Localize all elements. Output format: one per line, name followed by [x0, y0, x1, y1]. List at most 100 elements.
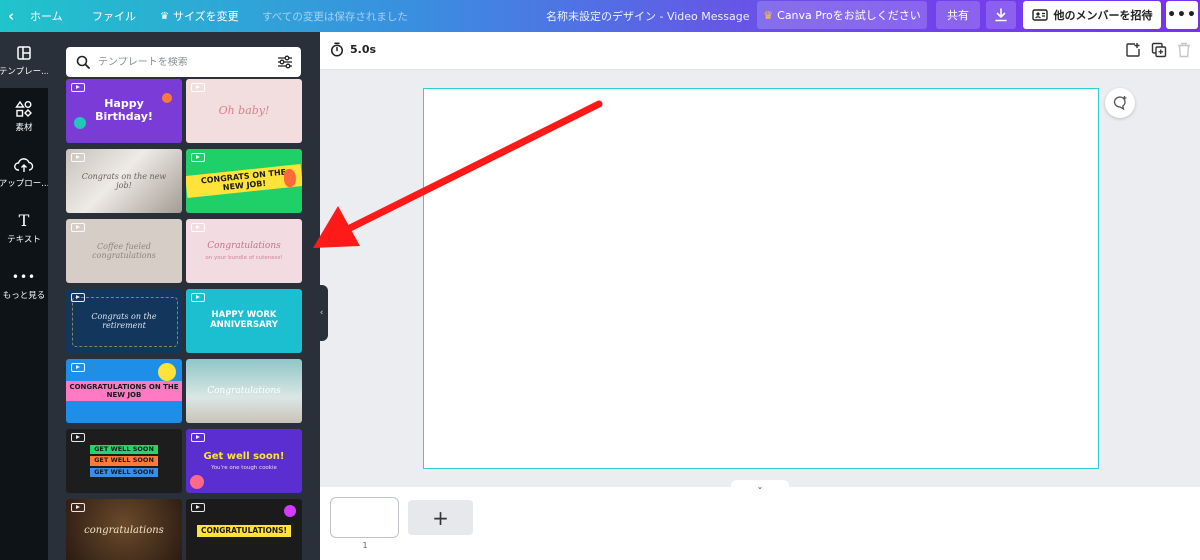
comment-icon: [1113, 96, 1127, 111]
template-title-main: Get well soon!: [203, 450, 285, 462]
add-comment-button[interactable]: [1105, 88, 1135, 118]
download-icon: [995, 8, 1007, 22]
side-rail: テンプレー... 素材 アップロー... T テキスト ••• もっと見る: [0, 32, 48, 560]
duplicate-page-icon[interactable]: [1151, 42, 1167, 58]
template-panel: Happy Birthday! Oh baby! Congrats on the…: [48, 32, 320, 560]
video-icon: [71, 223, 85, 232]
template-title: Oh baby!: [218, 103, 270, 117]
template-subtitle: You're one tough cookie: [211, 465, 277, 472]
duration-control[interactable]: 5.0s: [330, 42, 376, 57]
crown-icon: ♛: [160, 10, 169, 22]
rail-item-text[interactable]: T テキスト: [0, 200, 48, 256]
crown-icon: ♛: [763, 8, 774, 22]
template-subtitle: on your bundle of cuteness!: [205, 254, 283, 261]
try-pro-button[interactable]: ♛ Canva Proをお試しください: [757, 1, 927, 29]
video-icon: [191, 503, 205, 512]
rail-item-elements[interactable]: 素材: [0, 88, 48, 144]
template-title: Happy Birthday!: [95, 97, 153, 123]
template-thumbnail[interactable]: Happy Birthday!: [66, 79, 182, 143]
template-search-box: [66, 47, 301, 77]
template-thumbnail[interactable]: Congratulations: [186, 359, 302, 423]
rail-item-label: アップロー...: [0, 178, 48, 189]
more-icon: •••: [11, 269, 37, 284]
try-pro-label: Canva Proをお試しください: [777, 9, 921, 22]
video-icon: [191, 223, 205, 232]
template-title-main: Congratulations: [207, 241, 281, 252]
video-icon: [71, 83, 85, 92]
duration-value: 5.0s: [350, 43, 377, 56]
template-thumbnail[interactable]: CONGRATULATIONS ON THE NEW JOB: [66, 359, 182, 423]
invite-icon: [1031, 9, 1048, 21]
invite-label: 他のメンバーを招待: [1053, 9, 1153, 22]
template-thumbnail[interactable]: congratulations: [66, 499, 182, 560]
elements-icon: [15, 100, 33, 118]
file-menu-button[interactable]: ファイル: [92, 0, 136, 32]
search-icon: [76, 55, 90, 69]
rail-item-label: テキスト: [7, 234, 41, 245]
video-icon: [191, 83, 205, 92]
template-title: Congrats on the retirement: [91, 311, 157, 330]
video-icon: [191, 153, 205, 162]
invite-members-button[interactable]: 他のメンバーを招待: [1023, 1, 1161, 29]
video-icon: [191, 433, 205, 442]
add-page-icon[interactable]: [1125, 42, 1141, 58]
template-thumbnail[interactable]: Congratulations on your bundle of cutene…: [186, 219, 302, 283]
template-thumbnail[interactable]: GET WELL SOON GET WELL SOON GET WELL SOO…: [66, 429, 182, 493]
template-title-line: GET WELL SOON: [90, 456, 158, 466]
template-thumbnail[interactable]: HAPPY WORK ANNIVERSARY: [186, 289, 302, 353]
rail-item-uploads[interactable]: アップロー...: [0, 144, 48, 200]
template-title: Coffee fueled congratulations: [92, 241, 156, 260]
document-title[interactable]: 名称未設定のデザイン - Video Message: [546, 0, 750, 32]
rail-item-label: もっと見る: [2, 290, 46, 301]
template-title: Congrats on the new job!: [81, 171, 167, 190]
collapse-panel-handle[interactable]: ‹: [315, 285, 328, 341]
template-title: Congratulations on your bundle of cutene…: [197, 241, 290, 261]
resize-label: サイズを変更: [172, 10, 239, 23]
video-icon: [71, 363, 85, 372]
share-button[interactable]: 共有: [936, 1, 980, 29]
template-title: congratulations: [84, 525, 164, 537]
template-search-input[interactable]: [98, 56, 263, 68]
timeline-toggle[interactable]: ⌄: [731, 480, 789, 492]
editor-toolbar: 5.0s: [320, 32, 1200, 70]
stopwatch-icon: [330, 42, 344, 57]
template-thumbnail[interactable]: Congrats on the retirement: [66, 289, 182, 353]
top-bar: ‹ ホーム ファイル ♛ サイズを変更 すべての変更は保存されました 名称未設定…: [0, 0, 1200, 32]
save-status: すべての変更は保存されました: [262, 10, 408, 23]
template-title: CONGRATULATIONS!: [197, 524, 291, 538]
template-title: CONGRATULATIONS ON THE NEW JOB: [66, 380, 182, 402]
design-canvas[interactable]: [423, 88, 1099, 469]
template-thumbnail[interactable]: CONGRATULATIONS!: [186, 499, 302, 560]
template-thumbnail[interactable]: Congrats on the new job!: [66, 149, 182, 213]
video-icon: [71, 153, 85, 162]
template-icon: [16, 44, 32, 62]
rail-item-label: 素材: [15, 122, 33, 133]
filter-icon[interactable]: [277, 54, 293, 70]
video-icon: [71, 293, 85, 302]
download-button[interactable]: [986, 1, 1016, 29]
video-icon: [71, 433, 85, 442]
template-title: HAPPY WORK ANNIVERSARY: [210, 310, 278, 330]
template-title-line: GET WELL SOON: [90, 444, 158, 455]
video-icon: [71, 503, 85, 512]
add-page-button[interactable]: +: [408, 500, 473, 535]
template-title-line: GET WELL SOON: [90, 467, 158, 478]
home-button[interactable]: ホーム: [30, 0, 63, 32]
rail-item-templates[interactable]: テンプレー...: [0, 32, 48, 88]
template-title: Get well soon! You're one tough cookie: [196, 451, 293, 472]
more-options-button[interactable]: •••: [1166, 1, 1198, 29]
page-thumbnail[interactable]: [330, 497, 399, 538]
resize-button[interactable]: ♛ サイズを変更: [160, 0, 239, 32]
template-thumbnail[interactable]: Coffee fueled congratulations: [66, 219, 182, 283]
text-icon: T: [18, 211, 30, 230]
template-title: Congratulations: [207, 385, 281, 396]
page-number: 1: [362, 541, 368, 550]
template-thumbnail[interactable]: Get well soon! You're one tough cookie: [186, 429, 302, 493]
video-icon: [191, 293, 205, 302]
template-thumbnail[interactable]: CONGRATS ON THE NEW JOB!: [186, 149, 302, 213]
template-title: CONGRATS ON THE NEW JOB!: [186, 163, 302, 199]
template-thumbnail[interactable]: Oh baby!: [186, 79, 302, 143]
back-chevron-icon[interactable]: ‹: [8, 0, 14, 32]
trash-icon[interactable]: [1177, 42, 1191, 58]
rail-item-more[interactable]: ••• もっと見る: [0, 256, 48, 312]
